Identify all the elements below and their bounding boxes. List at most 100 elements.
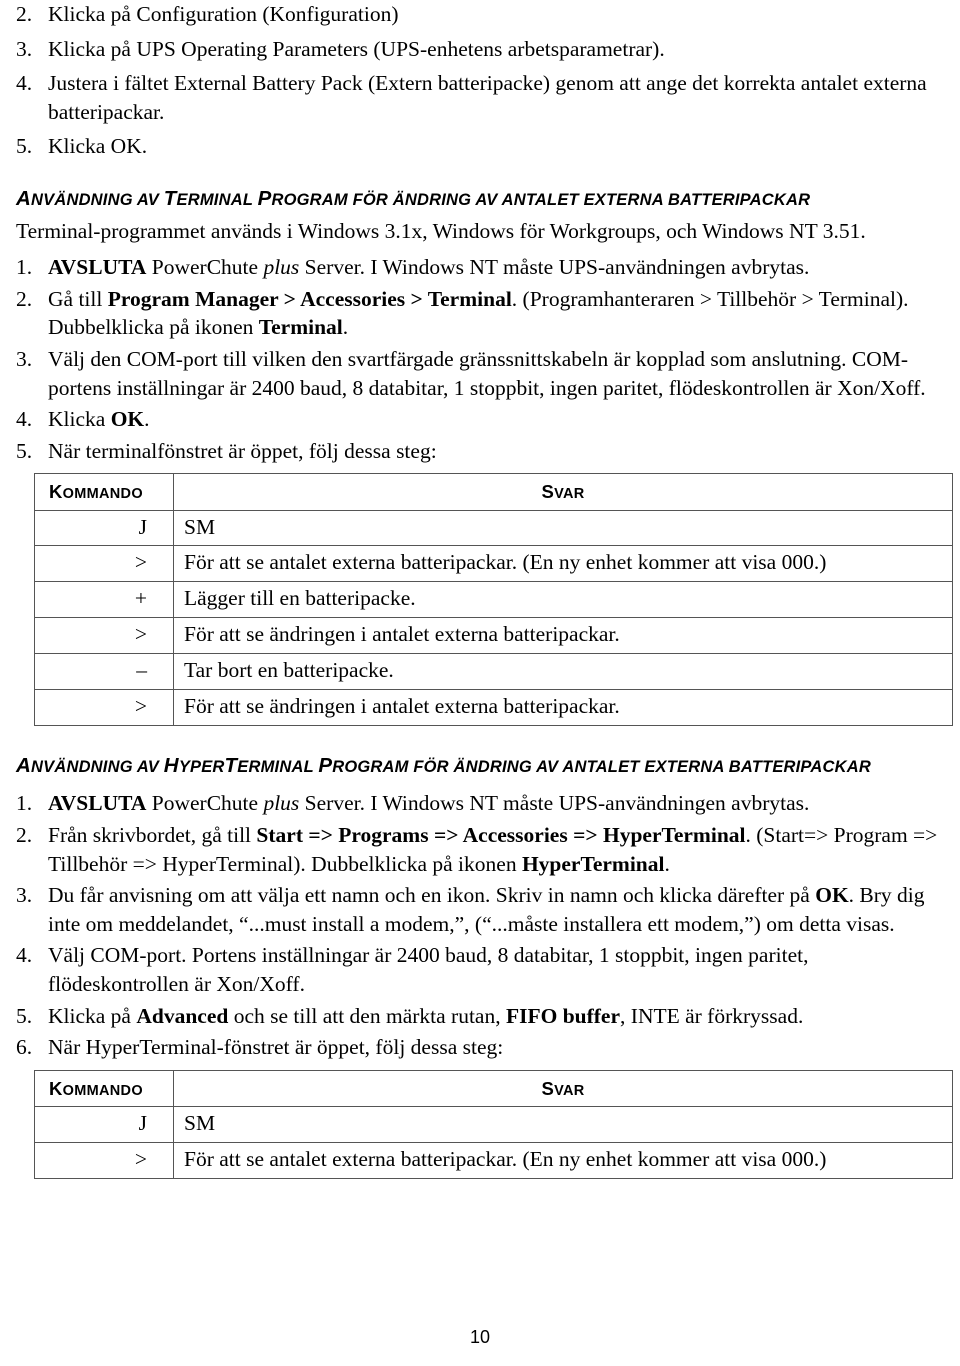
text-run: När HyperTerminal-fönstret är öppet, föl… <box>48 1035 504 1060</box>
terminal-command-table: Kommando Svar J SM > För att se antalet ext… <box>34 473 953 726</box>
text-run: PowerChute <box>146 255 264 280</box>
list-item: 4. Välj COM-port. Portens inställningar ä… <box>8 941 952 998</box>
text-run: , INTE är förkryssad. <box>620 1003 804 1028</box>
list-item-text: När terminalfönstret är öppet, följ dess… <box>48 439 437 463</box>
list-item-text: Välj den COM-port till vilken den svartf… <box>48 347 926 400</box>
text-run: Välj den COM-port till vilken den svartf… <box>48 347 926 400</box>
text-run: Start => Programs => Accessories => Hype… <box>256 823 746 848</box>
table-row: > För att se antalet externa batteripacka… <box>34 1141 953 1179</box>
text-run: OK <box>110 407 145 432</box>
text-run: Server. I Windows NT måste UPS-användnin… <box>299 255 810 280</box>
header-initial: K <box>49 481 63 503</box>
list-item: 6. När HyperTerminal-fönstret är öppet, f… <box>8 1033 952 1062</box>
text-run: Klicka på <box>48 1003 137 1028</box>
command-cell: – <box>34 653 174 690</box>
list-item-text: Du får anvisning om att välja ett namn o… <box>48 883 925 936</box>
list-item-number: 2. <box>16 286 33 311</box>
text-run: Server. I Windows NT måste UPS-användnin… <box>299 791 810 816</box>
heading-run: rogram för ändring av antalet externa ba… <box>332 757 871 776</box>
list-item-number: 5. <box>16 1003 33 1028</box>
text-run: Välj COM-port. Portens inställningar är … <box>48 943 809 996</box>
list-item: 2. Från skrivbordet, gå till Start => Pro… <box>8 821 952 878</box>
list-item-number: 2. <box>16 2 33 26</box>
response-cell: SM <box>173 509 953 547</box>
list-item-number: 3. <box>16 347 33 372</box>
table-row: – Tar bort en batteripacke. <box>34 653 953 690</box>
terminal-intro-text: Terminal-programmet används i Windows 3.… <box>16 218 866 243</box>
header-initial: K <box>49 1077 63 1099</box>
list-item-number: 4. <box>16 407 33 432</box>
table-row: > För att se ändringen i antalet externa … <box>34 688 953 726</box>
list-item-text: Gå till Program Manager > Accessories > … <box>48 287 909 340</box>
heading-run: erminal <box>176 190 258 209</box>
response-cell: För att se antalet externa batteripackar… <box>173 1141 953 1179</box>
text-run: Från skrivbordet, gå till <box>48 823 257 848</box>
list-item-number: 1. <box>16 255 33 280</box>
list-item: 1. AVSLUTA PowerChute plus Server. I Wind… <box>8 253 952 282</box>
list-item-number: 5. <box>16 438 33 463</box>
heading-run: nvändning av <box>31 757 164 776</box>
terminal-section-heading: Användning av Terminal Program för ändri… <box>8 185 952 213</box>
header-rest: ommando <box>62 486 143 503</box>
header-initial: S <box>541 481 555 503</box>
list-item-number: 4. <box>16 71 33 96</box>
list-item-number: 1. <box>16 791 33 816</box>
header-initial: S <box>541 1077 555 1099</box>
response-cell: För att se antalet externa batteripackar… <box>173 545 953 583</box>
command-cell: + <box>34 581 174 619</box>
heading-run: T <box>163 186 177 210</box>
text-run: Terminal <box>258 315 343 340</box>
text-run: AVSLUTA <box>48 255 147 280</box>
heading-run: rogram för ändring av antalet externa ba… <box>271 190 811 209</box>
command-cell: J <box>34 1105 174 1143</box>
column-header-kommando: Kommando <box>34 1069 174 1107</box>
list-item-text: Klicka på Configuration (Konfiguration) <box>48 2 399 26</box>
text-run: Program Manager > Accessories > Terminal <box>107 286 512 311</box>
table-row: J SM <box>34 509 953 547</box>
text-run: plus <box>263 791 300 816</box>
list-item-number: 2. <box>16 823 33 848</box>
table-body: J SM > För att se antalet externa batteripa… <box>34 1105 953 1179</box>
table-header-row: Kommando Svar <box>34 1069 953 1107</box>
list-item-text: AVSLUTA PowerChute plus Server. I Window… <box>48 255 809 279</box>
list-item: 2. Gå till Program Manager > Accessories … <box>8 285 952 342</box>
text-run: FIFO buffer <box>505 1003 621 1028</box>
heading-run: P <box>257 186 272 210</box>
table-body: J SM > För att se antalet externa batteripa… <box>34 509 953 726</box>
text-run: Du får anvisning om att välja ett namn o… <box>48 883 816 908</box>
list-item-number: 5. <box>16 134 33 159</box>
text-run: Gå till <box>48 286 108 311</box>
page-number: 10 <box>469 1327 491 1347</box>
top-steps-list: 2. Klicka på Configuration (Konfiguration… <box>8 0 952 161</box>
list-item-number: 3. <box>16 36 33 61</box>
response-cell: Tar bort en batteripacke. <box>173 653 953 690</box>
text-run: och se till att den märkta rutan, <box>228 1003 506 1028</box>
header-rest: var <box>554 486 585 503</box>
list-item: 5. Klicka på Advanced och se till att den… <box>8 1002 952 1031</box>
response-cell: Lägger till en batteripacke. <box>173 581 953 619</box>
heading-run: A <box>16 186 32 210</box>
heading-run: A <box>16 753 32 777</box>
text-run: Klicka <box>48 407 111 432</box>
hyperterminal-command-table: Kommando Svar J SM > För att se antalet ext… <box>34 1069 953 1179</box>
document-page: 2. Klicka på Configuration (Konfiguration… <box>0 0 960 1366</box>
command-cell: J <box>34 509 174 547</box>
list-item: 1. AVSLUTA PowerChute plus Server. I Wind… <box>8 789 952 818</box>
text-run: AVSLUTA <box>48 791 147 816</box>
text-run: PowerChute <box>146 791 264 816</box>
table-header-row: Kommando Svar <box>34 473 953 511</box>
text-run: HyperTerminal <box>521 851 665 876</box>
response-cell: För att se ändringen i antalet externa b… <box>173 617 953 655</box>
header-rest: ommando <box>62 1082 143 1099</box>
text-run: . <box>144 407 150 432</box>
list-item-text: AVSLUTA PowerChute plus Server. I Window… <box>48 791 809 815</box>
column-header-kommando: Kommando <box>34 473 174 511</box>
list-item-text: Klicka på Advanced och se till att den m… <box>48 1004 803 1028</box>
list-item: 4. Justera i fältet External Battery Pack… <box>8 69 952 126</box>
text-run: När terminalfönstret är öppet, följ dess… <box>48 438 437 463</box>
header-rest: var <box>554 1082 585 1099</box>
list-item: 5. När terminalfönstret är öppet, följ de… <box>8 437 952 466</box>
column-header-svar: Svar <box>173 1069 953 1107</box>
